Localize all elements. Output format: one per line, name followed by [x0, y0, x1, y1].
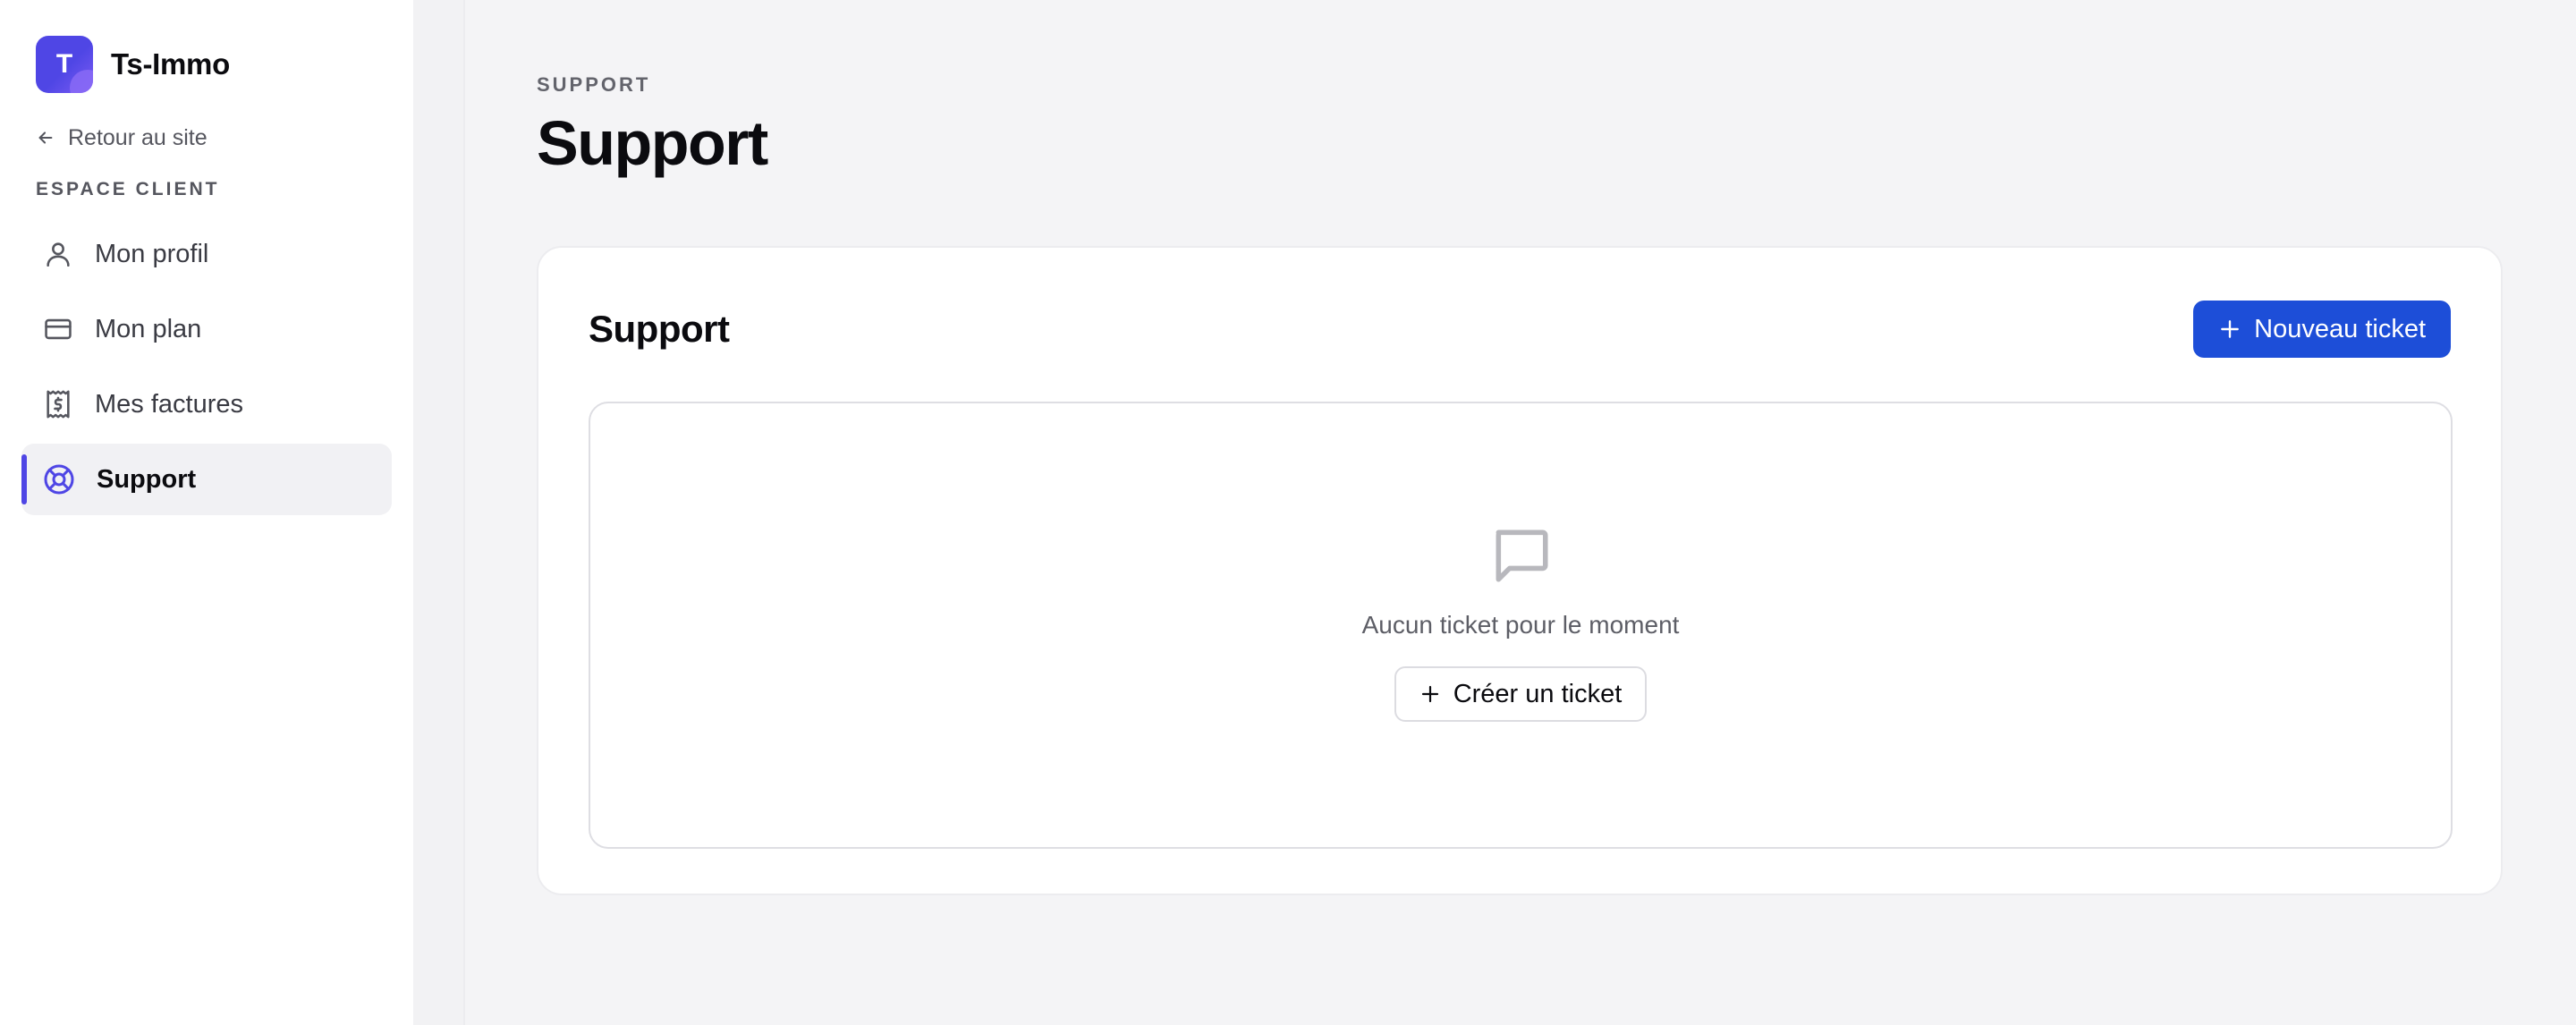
- user-icon: [47, 242, 70, 267]
- sidebar: T Ts-Immo Retour au site ESPACE CLIENT M…: [0, 0, 413, 1025]
- message-square-icon: [1496, 529, 1548, 582]
- arrow-left-icon: [38, 131, 53, 144]
- support-card: Support Nouveau ticket Aucun ticket pour…: [537, 246, 2503, 895]
- plus-icon: [1421, 685, 1438, 703]
- new-ticket-button[interactable]: Nouveau ticket: [2193, 301, 2451, 358]
- sidebar-item-mon-profil[interactable]: Mon profil: [21, 218, 392, 290]
- sidebar-gutter: [413, 0, 465, 1025]
- sidebar-item-label: Mon plan: [95, 314, 202, 343]
- sidebar-item-mon-plan[interactable]: Mon plan: [21, 293, 392, 365]
- sidebar-nav: Mon profil Mon plan Mes factures Support: [21, 218, 392, 515]
- empty-state-text: Aucun ticket pour le moment: [1361, 611, 1680, 639]
- receipt-dollar-icon: [47, 390, 70, 419]
- new-ticket-label: Nouveau ticket: [2254, 314, 2426, 343]
- brand-logo: T: [36, 36, 93, 93]
- create-ticket-button[interactable]: Créer un ticket: [1394, 666, 1648, 722]
- card-header: Support Nouveau ticket: [589, 298, 2451, 360]
- sidebar-item-support[interactable]: Support: [21, 444, 392, 515]
- credit-card-icon: [45, 318, 72, 340]
- app-root: T Ts-Immo Retour au site ESPACE CLIENT M…: [0, 0, 2576, 1025]
- sidebar-item-label: Mon profil: [95, 239, 209, 268]
- page-title: Support: [537, 108, 768, 178]
- empty-state: Aucun ticket pour le moment Créer un tic…: [589, 402, 2453, 849]
- back-to-site-label: Retour au site: [68, 124, 208, 150]
- sidebar-item-label: Support: [97, 464, 197, 494]
- sidebar-item-label: Mes factures: [95, 389, 243, 419]
- sidebar-item-mes-factures[interactable]: Mes factures: [21, 368, 392, 440]
- brand-name: Ts-Immo: [111, 47, 230, 80]
- card-title: Support: [589, 308, 730, 350]
- life-buoy-icon: [44, 464, 74, 495]
- section-label: ESPACE CLIENT: [36, 179, 220, 199]
- page-eyebrow: SUPPORT: [537, 73, 651, 96]
- brand[interactable]: T Ts-Immo: [36, 36, 392, 93]
- back-to-site-link[interactable]: Retour au site: [36, 120, 392, 156]
- main-content: SUPPORT Support Support Nouveau ticket A…: [465, 0, 2576, 1025]
- brand-logo-letter: T: [55, 49, 73, 79]
- create-ticket-label: Créer un ticket: [1453, 679, 1623, 708]
- plus-icon: [2221, 320, 2240, 338]
